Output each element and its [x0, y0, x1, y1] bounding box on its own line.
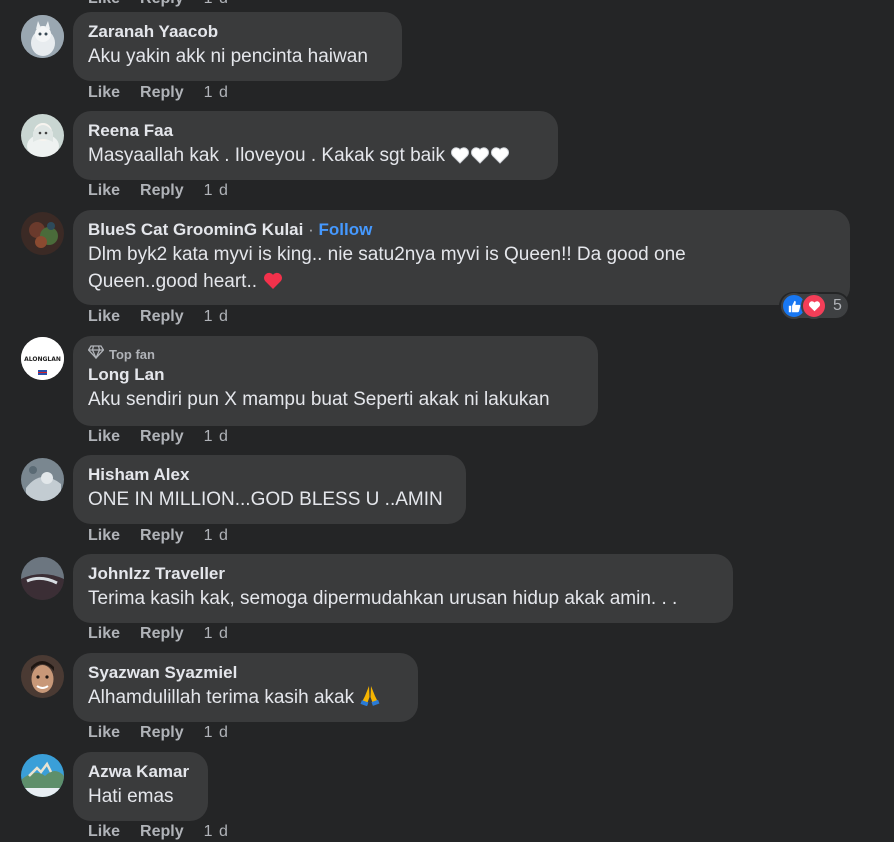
comment-time[interactable]: 1 d [204, 182, 229, 200]
commenter-name[interactable]: BlueS Cat GroominG Kulai [88, 220, 303, 239]
like-action[interactable]: Like [88, 428, 120, 446]
comment-time: 1 d [204, 0, 229, 8]
white-heart-icon [490, 145, 510, 172]
like-action[interactable]: Like [88, 527, 120, 545]
comment-text-content: Queen..good heart.. [88, 271, 258, 292]
white-heart-icon [470, 145, 490, 172]
reply-action[interactable]: Reply [140, 84, 184, 102]
top-fan-badge: Top fan [87, 345, 583, 364]
comment-text: Terima kasih kak, semoga dipermudahkan u… [88, 588, 678, 609]
reply-action[interactable]: Reply [140, 308, 184, 326]
like-action[interactable]: Like [88, 308, 120, 326]
comment-actions: Like Reply 1 d [88, 428, 229, 446]
avatar[interactable] [21, 754, 64, 797]
reply-action[interactable]: Reply [140, 182, 184, 200]
comment-bubble: JohnIzz Traveller Terima kasih kak, semo… [73, 554, 733, 623]
commenter-name[interactable]: Zaranah Yaacob [88, 21, 387, 43]
reply-action[interactable]: Reply [140, 527, 184, 545]
commenter-name[interactable]: Azwa Kamar [88, 761, 193, 783]
comment-bubble: Zaranah Yaacob Aku yakin akk ni pencinta… [73, 12, 402, 81]
comment-time[interactable]: 1 d [204, 84, 229, 102]
top-fan-label: Top fan [109, 346, 155, 362]
red-heart-icon [262, 271, 284, 298]
like-action[interactable]: Like [88, 724, 120, 742]
comment-text: ONE IN MILLION...GOD BLESS U ..AMIN [88, 489, 443, 510]
reply-action[interactable]: Reply [140, 823, 184, 841]
comment-actions: Like Reply 1 d [88, 84, 229, 102]
comment-actions: Like Reply 1 d [88, 724, 229, 742]
folded-hands-icon [359, 684, 381, 714]
avatar[interactable] [21, 114, 64, 157]
avatar[interactable] [21, 458, 64, 501]
reply-action[interactable]: Reply [140, 724, 184, 742]
like-action[interactable]: Like [88, 823, 120, 841]
avatar-logo-text: ALONGLAN [24, 356, 61, 363]
reply-action[interactable]: Reply [140, 0, 184, 8]
avatar[interactable] [21, 212, 64, 255]
comment-actions: Like Reply 1 d [88, 823, 229, 841]
reply-action[interactable]: Reply [140, 428, 184, 446]
avatar[interactable] [21, 557, 64, 600]
comment-actions: Like Reply 1 d [88, 308, 229, 326]
white-heart-icon [450, 145, 470, 172]
comment-time[interactable]: 1 d [204, 308, 229, 326]
reaction-summary[interactable]: 5 [781, 293, 848, 319]
like-action[interactable]: Like [88, 625, 120, 643]
comment-text-content: Alhamdulillah terima kasih akak [88, 687, 355, 708]
comment-actions: Like Reply 1 d [88, 625, 229, 643]
commenter-name[interactable]: Reena Faa [88, 120, 543, 142]
commenter-name[interactable]: Long Lan [88, 364, 583, 386]
commenter-header: BlueS Cat GroominG Kulai · Follow [88, 219, 835, 241]
comment-feed: Like Reply 1 d Zaranah Yaacob Aku yakin … [0, 0, 894, 842]
commenter-name[interactable]: Syazwan Syazmiel [88, 662, 403, 684]
comment-bubble: Hisham Alex ONE IN MILLION...GOD BLESS U… [73, 455, 466, 524]
comment-bubble: Reena Faa Masyaallah kak . Iloveyou . Ka… [73, 111, 558, 180]
avatar[interactable]: ALONGLAN [21, 337, 64, 380]
comment-text: Alhamdulillah terima kasih akak [88, 684, 403, 714]
comment-time[interactable]: 1 d [204, 428, 229, 446]
avatar[interactable] [21, 15, 64, 58]
partial-actions-row: Like Reply 1 d [88, 0, 229, 8]
love-icon [801, 293, 827, 319]
comment-actions: Like Reply 1 d [88, 182, 229, 200]
avatar[interactable] [21, 655, 64, 698]
commenter-name[interactable]: Hisham Alex [88, 464, 451, 486]
reaction-count: 5 [833, 297, 842, 314]
comment-bubble: Azwa Kamar Hati emas [73, 752, 208, 821]
comment-bubble: BlueS Cat GroominG Kulai · Follow Dlm by… [73, 210, 850, 305]
comment-text-content: Masyaallah kak . Iloveyou . Kakak sgt ba… [88, 145, 445, 166]
like-action[interactable]: Like [88, 0, 120, 8]
comment-bubble: Top fan Long Lan Aku sendiri pun X mampu… [73, 336, 598, 426]
like-action[interactable]: Like [88, 84, 120, 102]
commenter-name[interactable]: JohnIzz Traveller [88, 563, 718, 585]
follow-button[interactable]: Follow [319, 220, 373, 239]
comment-time[interactable]: 1 d [204, 823, 229, 841]
comment-text: Aku yakin akk ni pencinta haiwan [88, 46, 368, 67]
comment-bubble: Syazwan Syazmiel Alhamdulillah terima ka… [73, 653, 418, 722]
comment-text: Aku sendiri pun X mampu buat Seperti aka… [88, 389, 550, 410]
like-action[interactable]: Like [88, 182, 120, 200]
reply-action[interactable]: Reply [140, 625, 184, 643]
comment-text-line: Dlm byk2 kata myvi is king.. nie satu2ny… [88, 244, 686, 265]
comment-time[interactable]: 1 d [204, 527, 229, 545]
comment-actions: Like Reply 1 d [88, 527, 229, 545]
comment-time[interactable]: 1 d [204, 625, 229, 643]
comment-text-line: Queen..good heart.. [88, 268, 835, 298]
diamond-icon [87, 345, 105, 364]
comment-time[interactable]: 1 d [204, 724, 229, 742]
comment-text: Hati emas [88, 786, 174, 807]
comment-text: Masyaallah kak . Iloveyou . Kakak sgt ba… [88, 142, 543, 172]
separator-dot: · [308, 220, 314, 239]
